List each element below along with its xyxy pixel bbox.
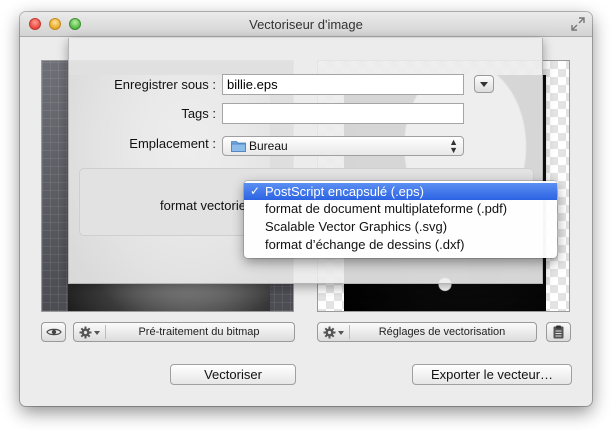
menu-item-label: format de document multiplateforme (.pdf…: [265, 201, 508, 216]
menu-item-label: Scalable Vector Graphics (.svg): [265, 219, 448, 234]
gear-icon: [79, 326, 92, 339]
divider: [349, 325, 350, 339]
chevron-down-icon: [94, 330, 100, 335]
location-popup[interactable]: Bureau ▲ ▼: [222, 136, 464, 156]
location-value: Bureau: [249, 139, 288, 153]
location-label: Emplacement :: [129, 136, 216, 151]
chevron-down-icon: [480, 81, 488, 87]
divider: [105, 325, 106, 339]
expand-sheet-button[interactable]: [474, 75, 494, 93]
up-down-arrows-icon: ▲ ▼: [449, 137, 458, 155]
menu-item-eps[interactable]: ✓ PostScript encapsulé (.eps): [244, 183, 557, 200]
export-vector-button[interactable]: Exporter le vecteur…: [412, 364, 572, 385]
preprocess-label: Pré-traitement du bitmap: [138, 326, 260, 338]
clipboard-button[interactable]: [546, 322, 571, 342]
menu-item-label: PostScript encapsulé (.eps): [265, 184, 424, 199]
checkmark-icon: ✓: [250, 184, 261, 198]
gear-icon: [323, 326, 336, 339]
format-label: format vectorie: [160, 198, 246, 213]
settings-action-menu[interactable]: [323, 326, 344, 339]
tags-field[interactable]: [222, 103, 464, 124]
bitmap-preprocessing-button[interactable]: Pré-traitement du bitmap: [73, 322, 295, 342]
vectorize-button[interactable]: Vectoriser: [170, 364, 296, 385]
preview-toggle-button[interactable]: [41, 322, 66, 342]
menu-item-dxf[interactable]: format d’échange de dessins (.dxf): [244, 236, 557, 253]
menu-item-pdf[interactable]: format de document multiplateforme (.pdf…: [244, 200, 557, 217]
title-bar: Vectoriseur d'image: [20, 12, 592, 37]
vectorization-settings-button[interactable]: Réglages de vectorisation: [317, 322, 537, 342]
save-as-label: Enregistrer sous :: [114, 77, 216, 92]
chevron-down-icon: [338, 330, 344, 335]
format-menu[interactable]: ✓ PostScript encapsulé (.eps) format de …: [244, 181, 557, 258]
preprocess-action-menu[interactable]: [79, 326, 100, 339]
folder-icon: [231, 141, 246, 152]
clipboard-icon: [553, 325, 564, 339]
eye-icon: [45, 328, 62, 336]
tags-label: Tags :: [181, 106, 216, 121]
vector-settings-label: Réglages de vectorisation: [378, 326, 506, 338]
save-as-field[interactable]: billie.eps: [222, 74, 464, 95]
menu-item-label: format d’échange de dessins (.dxf): [265, 237, 465, 252]
fullscreen-icon[interactable]: [571, 17, 585, 31]
menu-item-svg[interactable]: Scalable Vector Graphics (.svg): [244, 218, 557, 235]
window-title: Vectoriseur d'image: [249, 17, 363, 32]
